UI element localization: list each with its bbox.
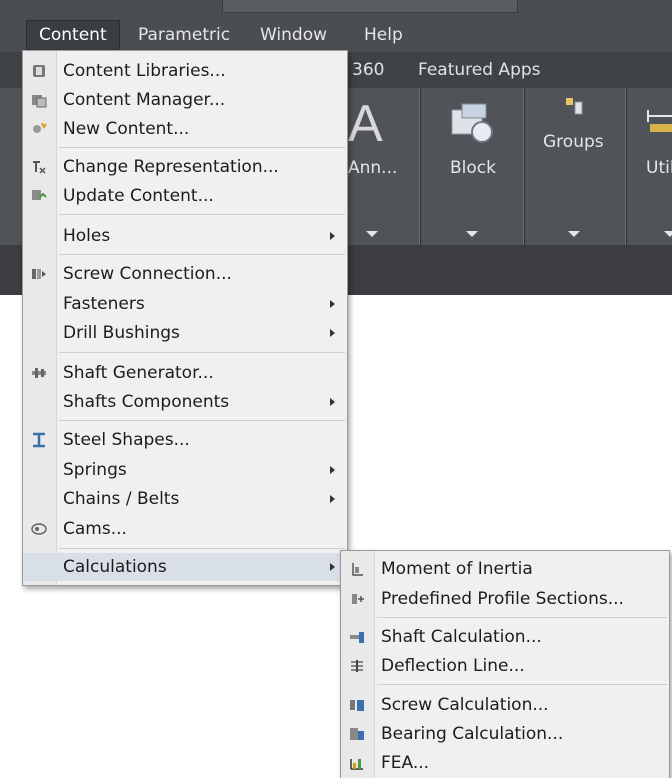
submenu-arrow-icon bbox=[330, 466, 335, 474]
menu-item-deflection-line[interactable]: Deflection Line... bbox=[341, 652, 669, 680]
menu-item-steel-shapes[interactable]: Steel Shapes... bbox=[23, 426, 347, 454]
menu-item-label: FEA... bbox=[381, 753, 430, 773]
panel-block-label: Block bbox=[450, 158, 496, 178]
menu-item-cams[interactable]: Cams... bbox=[23, 515, 347, 543]
menu-item-label: Bearing Calculation... bbox=[381, 724, 564, 744]
menu-item-bearing-calculation[interactable]: Bearing Calculation... bbox=[341, 720, 669, 748]
content-menu: Content Libraries... Content Manager... … bbox=[22, 50, 348, 586]
menu-item-springs[interactable]: Springs bbox=[23, 456, 347, 484]
menu-item-content-manager[interactable]: Content Manager... bbox=[23, 86, 347, 114]
shaft-generator-icon bbox=[32, 368, 46, 378]
menu-item-moment-of-inertia[interactable]: Moment of Inertia bbox=[341, 555, 669, 583]
menu-item-label: Update Content... bbox=[63, 186, 214, 206]
submenu-arrow-icon bbox=[330, 329, 335, 337]
submenu-arrow-icon bbox=[330, 398, 335, 406]
groups-icon bbox=[566, 98, 583, 115]
menu-separator bbox=[59, 147, 345, 148]
panel-utilities-expand-icon[interactable] bbox=[664, 231, 672, 237]
menu-item-fasteners[interactable]: Fasteners bbox=[23, 290, 347, 318]
menu-item-label: Shaft Generator... bbox=[63, 363, 214, 383]
menu-window[interactable]: Window bbox=[260, 22, 327, 48]
screw-connection-icon bbox=[32, 269, 46, 279]
tab-360[interactable]: 360 bbox=[352, 60, 384, 80]
menu-item-label: Predefined Profile Sections... bbox=[381, 589, 624, 609]
title-bar-strip bbox=[222, 0, 518, 13]
menu-item-screw-connection[interactable]: Screw Connection... bbox=[23, 260, 347, 288]
menu-separator bbox=[59, 420, 345, 421]
menu-separator bbox=[59, 214, 345, 215]
menu-item-label: Cams... bbox=[63, 519, 127, 539]
deflection-line-icon bbox=[351, 660, 363, 672]
content-manager-icon bbox=[32, 95, 47, 108]
panel-groups-expand-icon[interactable] bbox=[568, 231, 580, 237]
menu-item-label: Holes bbox=[63, 226, 111, 246]
menu-item-shaft-generator[interactable]: Shaft Generator... bbox=[23, 359, 347, 387]
menu-item-label: Drill Bushings bbox=[63, 323, 180, 343]
menu-item-shaft-calculation[interactable]: Shaft Calculation... bbox=[341, 623, 669, 651]
utilities-measure-icon bbox=[647, 110, 672, 132]
menu-item-label: Calculations bbox=[63, 557, 167, 577]
submenu-arrow-icon bbox=[330, 232, 335, 240]
content-libraries-icon bbox=[33, 65, 45, 77]
change-representation-icon bbox=[33, 161, 46, 174]
panel-annotation-expand-icon[interactable] bbox=[366, 231, 378, 237]
menu-item-fea[interactable]: FEA... bbox=[341, 749, 669, 777]
menu-item-update-content[interactable]: Update Content... bbox=[23, 182, 347, 210]
menu-item-drill-bushings[interactable]: Drill Bushings bbox=[23, 319, 347, 347]
menu-item-label: Screw Connection... bbox=[63, 264, 232, 284]
bearing-calculation-icon bbox=[350, 728, 364, 740]
menu-item-label: Deflection Line... bbox=[381, 656, 525, 676]
moment-of-inertia-icon bbox=[352, 563, 363, 576]
steel-shapes-icon bbox=[33, 432, 45, 448]
menu-item-label: New Content... bbox=[63, 119, 190, 139]
menu-item-change-representation[interactable]: Change Representation... bbox=[23, 153, 347, 181]
menu-item-new-content[interactable]: New Content... bbox=[23, 115, 347, 143]
submenu-arrow-icon bbox=[330, 563, 335, 571]
panel-groups-label: Groups bbox=[543, 132, 604, 152]
menu-item-label: Change Representation... bbox=[63, 157, 279, 177]
menu-item-shafts-components[interactable]: Shafts Components bbox=[23, 388, 347, 416]
menu-separator bbox=[377, 684, 667, 685]
menu-item-label: Content Libraries... bbox=[63, 61, 226, 81]
menu-item-label: Chains / Belts bbox=[63, 489, 180, 509]
menu-item-label: Fasteners bbox=[63, 294, 145, 314]
panel-utilities-label: Util bbox=[646, 158, 672, 178]
menu-item-chains-belts[interactable]: Chains / Belts bbox=[23, 485, 347, 513]
menu-item-content-libraries[interactable]: Content Libraries... bbox=[23, 57, 347, 85]
tab-featured-apps[interactable]: Featured Apps bbox=[418, 60, 541, 80]
profile-sections-icon bbox=[352, 594, 364, 604]
menu-item-label: Shaft Calculation... bbox=[381, 627, 542, 647]
menu-parametric[interactable]: Parametric bbox=[138, 22, 230, 48]
menu-item-label: Content Manager... bbox=[63, 90, 226, 110]
calculations-submenu: Moment of Inertia Predefined Profile Sec… bbox=[340, 550, 670, 778]
menu-item-calculations[interactable]: Calculations bbox=[23, 553, 347, 581]
update-content-icon bbox=[32, 190, 47, 200]
menu-item-screw-calculation[interactable]: Screw Calculation... bbox=[341, 691, 669, 719]
submenu-arrow-icon bbox=[330, 300, 335, 308]
annotation-A-icon: A bbox=[348, 95, 383, 153]
menu-item-holes[interactable]: Holes bbox=[23, 222, 347, 250]
menu-item-label: Moment of Inertia bbox=[381, 559, 533, 579]
new-content-icon bbox=[33, 122, 47, 133]
submenu-arrow-icon bbox=[330, 495, 335, 503]
fea-icon bbox=[350, 759, 363, 770]
screw-calculation-icon bbox=[350, 700, 364, 711]
menu-item-label: Screw Calculation... bbox=[381, 695, 549, 715]
cams-icon bbox=[31, 523, 47, 535]
panel-block-expand-icon[interactable] bbox=[466, 231, 478, 237]
menu-separator bbox=[59, 254, 345, 255]
menu-item-label: Steel Shapes... bbox=[63, 430, 190, 450]
menu-item-predefined-profile-sections[interactable]: Predefined Profile Sections... bbox=[341, 585, 669, 613]
block-icon bbox=[451, 103, 493, 143]
menu-item-label: Shafts Components bbox=[63, 392, 230, 412]
menu-help[interactable]: Help bbox=[364, 22, 403, 48]
menu-separator bbox=[59, 352, 345, 353]
shaft-calculation-icon bbox=[350, 632, 364, 643]
menu-bar: Content Parametric Window Help bbox=[0, 0, 672, 52]
menu-separator bbox=[377, 617, 667, 618]
menu-separator bbox=[59, 548, 345, 549]
menu-content[interactable]: Content bbox=[26, 20, 120, 50]
menu-item-label: Springs bbox=[63, 460, 127, 480]
panel-annotation-label: Ann... bbox=[348, 158, 398, 178]
